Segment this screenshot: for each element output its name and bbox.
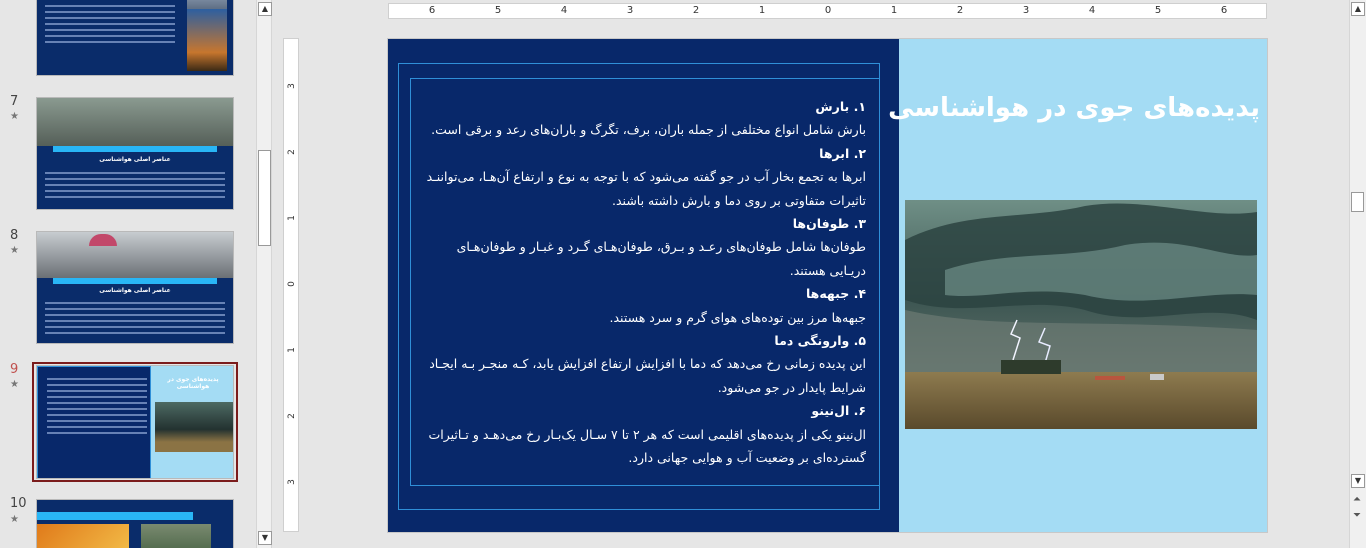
slide-canvas[interactable]: ۱. بارش بارش شامل انواع مختلفی از جمله ب…	[387, 38, 1268, 533]
ruler-label: 3	[1022, 5, 1030, 16]
ruler-label: 4	[1088, 5, 1096, 16]
thumb-title: عناصر اصلی هواشناسی	[99, 156, 171, 163]
star-icon: ★	[10, 111, 19, 122]
accent-band	[53, 278, 217, 284]
slide-thumbnail-10[interactable]	[36, 499, 234, 548]
thumb-text	[45, 172, 225, 202]
heading-inversion: ۵. وارونگی دما	[774, 333, 866, 349]
ruler-label: 5	[494, 5, 502, 16]
scroll-thumb[interactable]	[1351, 192, 1364, 212]
paragraph-clouds: ابرها به تجمع بخار آب در جو گفته می‌شود …	[426, 169, 866, 208]
ruler-label: 6	[428, 5, 436, 16]
slide-number: 8	[10, 228, 19, 243]
text-panel: ۱. بارش بارش شامل انواع مختلفی از جمله ب…	[388, 39, 899, 532]
ruler-label: 2	[287, 149, 297, 155]
ruler-label: 1	[287, 347, 297, 353]
star-icon: ★	[10, 514, 19, 525]
paragraph-precipitation: بارش شامل انواع مختلفی از جمله باران، بر…	[431, 122, 866, 138]
slide-number: 9	[10, 362, 19, 377]
thumb-text	[45, 302, 225, 338]
thumb-image	[37, 524, 129, 548]
ruler-label: 3	[626, 5, 634, 16]
scroll-up-button[interactable]: ▲	[258, 2, 272, 16]
ruler-label: 3	[287, 479, 297, 485]
vertical-ruler: 3 2 1 0 1 2 3	[283, 38, 299, 532]
scroll-down-button[interactable]: ▼	[1351, 474, 1365, 488]
thumb-image	[37, 232, 233, 278]
star-icon: ★	[10, 379, 19, 390]
heading-precipitation: ۱. بارش	[815, 99, 866, 114]
thumb-image	[187, 9, 227, 71]
ruler-label: 6	[1220, 5, 1228, 16]
powerpoint-window: 7 ★ عناصر اصلی هواشناسی 8 ★ عناصر اصلی ه…	[0, 0, 1366, 548]
ruler-label: 2	[692, 5, 700, 16]
heading-storms: ۳. طوفان‌ها	[792, 216, 866, 232]
ruler-label: 2	[287, 413, 297, 419]
ruler-label: 0	[824, 5, 832, 16]
slide-number: 7	[10, 94, 19, 109]
next-slide-icon[interactable]: ⏷	[1353, 510, 1361, 521]
scroll-down-button[interactable]: ▼	[258, 531, 272, 545]
slide-thumbnail-7[interactable]: عناصر اصلی هواشناسی	[36, 97, 234, 210]
heading-clouds: ۲. ابرها	[819, 145, 866, 161]
paragraph-elnino: ال‌نینو یکی از پدیده‌های اقلیمی است که ه…	[428, 426, 866, 466]
ruler-label: 3	[287, 83, 297, 89]
thumb-image	[141, 524, 211, 548]
horizontal-ruler: 6 5 4 3 2 1 0 1 2 3 4 5 6	[388, 3, 1267, 19]
scroll-thumb[interactable]	[258, 150, 271, 246]
ruler-label: 1	[287, 215, 297, 221]
heading-fronts: ۴. جبهه‌ها	[805, 286, 866, 302]
scroll-up-button[interactable]: ▲	[1351, 2, 1365, 16]
storm-photo[interactable]	[905, 200, 1257, 429]
thumb-title: عناصر اصلی هواشناسی	[99, 287, 171, 294]
heading-elnino: ۶. ال‌نینو	[811, 403, 866, 419]
previous-slide-icon[interactable]: ⏶	[1353, 494, 1361, 505]
thumbnail-pane[interactable]: 7 ★ عناصر اصلی هواشناسی 8 ★ عناصر اصلی ه…	[0, 0, 256, 548]
paragraph-storms: طوفان‌ها شامل طوفان‌های رعـد و بـرق، طوف…	[456, 239, 866, 278]
accent-band	[53, 146, 217, 152]
thumbnail-scrollbar[interactable]: ▲ ▼	[256, 0, 272, 548]
slide-number: 10	[10, 496, 27, 511]
accent-band	[37, 512, 193, 520]
ruler-label: 2	[956, 5, 964, 16]
paragraph-inversion: این پدیده زمانی رخ می‌دهد که دما با افزا…	[429, 356, 866, 395]
selected-slide-frame	[32, 362, 238, 482]
slide-thumbnail-6[interactable]	[36, 0, 234, 76]
slide-title[interactable]: پدیده‌های جوی در هواشناسی	[888, 93, 1260, 123]
slide-scrollbar[interactable]: ▲ ▼ ⏶ ⏷	[1349, 0, 1366, 548]
paragraph-fronts: جبهه‌ها مرز بین توده‌های هوای گرم و سرد …	[609, 309, 866, 325]
thumb-image	[37, 98, 233, 146]
ruler-label: 0	[287, 281, 297, 287]
ruler-label: 1	[890, 5, 898, 16]
body-text-box[interactable]: ۱. بارش بارش شامل انواع مختلفی از جمله ب…	[424, 95, 866, 470]
ruler-label: 4	[560, 5, 568, 16]
ruler-label: 5	[1154, 5, 1162, 16]
slide-thumbnail-8[interactable]: عناصر اصلی هواشناسی	[36, 231, 234, 344]
star-icon: ★	[10, 245, 19, 256]
ruler-label: 1	[758, 5, 766, 16]
